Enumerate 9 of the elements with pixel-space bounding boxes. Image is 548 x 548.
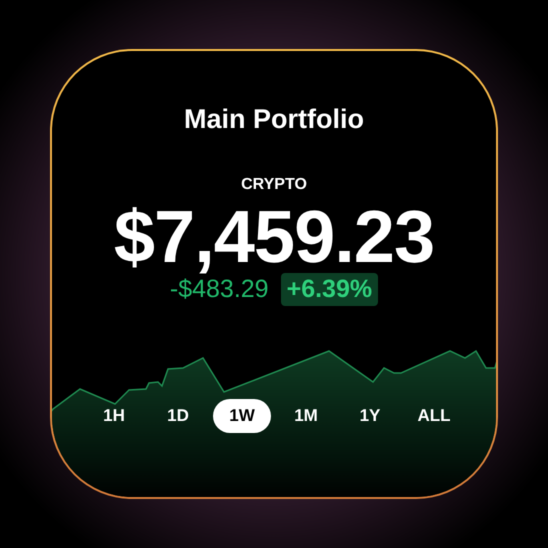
range-tab[interactable]: 1D (149, 399, 207, 433)
category-label: CRYPTO (241, 175, 307, 195)
range-tab[interactable]: 1M (277, 399, 335, 433)
range-tab[interactable]: 1Y (341, 399, 399, 433)
portfolio-title: Main Portfolio (184, 103, 364, 135)
change-percent-badge: +6.39% (280, 273, 378, 306)
range-tab[interactable]: 1H (85, 399, 143, 433)
change-amount: -$483.29 (170, 275, 269, 304)
range-tab[interactable]: ALL (405, 399, 463, 433)
